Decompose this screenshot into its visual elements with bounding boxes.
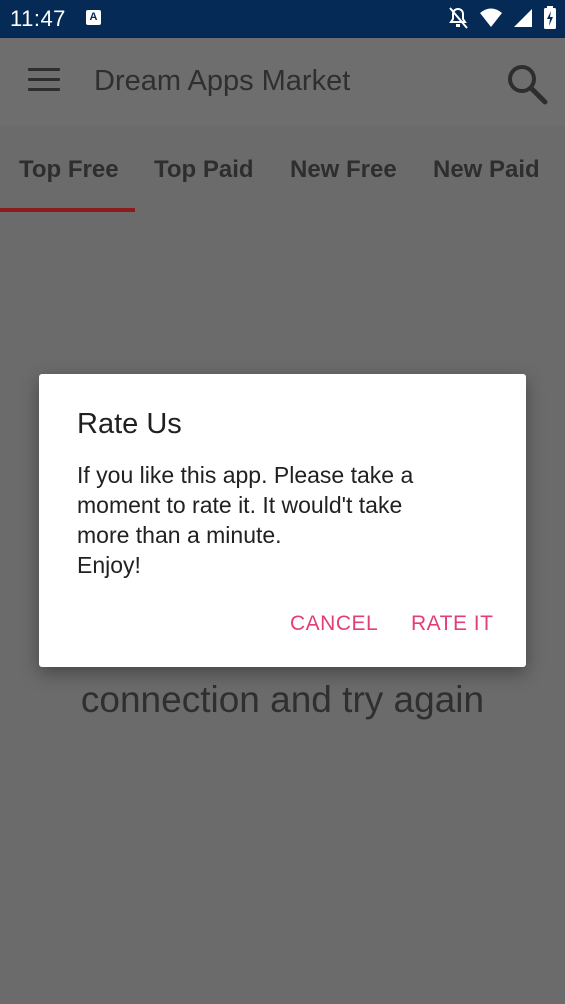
- tab-new-free[interactable]: New Free: [290, 156, 397, 184]
- signal-icon: [514, 9, 532, 27]
- tab-top-paid[interactable]: Top Paid: [154, 156, 254, 184]
- wifi-icon: [480, 8, 502, 27]
- tab-top-free[interactable]: Top Free: [19, 156, 119, 184]
- tab-indicator: [0, 208, 135, 212]
- status-icons: [447, 6, 557, 30]
- notifications-off-icon: [449, 7, 468, 29]
- search-icon[interactable]: [505, 62, 549, 106]
- dialog-title: Rate Us: [77, 408, 182, 440]
- battery-icon: [544, 6, 556, 29]
- status-time: 11:47: [10, 6, 66, 31]
- status-bar: 11:47 A: [0, 0, 565, 38]
- rate-it-button[interactable]: RATE IT: [411, 612, 493, 636]
- rate-us-dialog: Rate Us If you like this app. Please tak…: [39, 374, 526, 667]
- tab-bar: Top Free Top Paid New Free New Paid: [0, 126, 565, 214]
- app-bar: Dream Apps Market: [0, 38, 565, 126]
- dialog-message: If you like this app. Please take a mome…: [77, 462, 414, 578]
- app-notification-icon: A: [86, 10, 101, 25]
- connection-error-message: connection and try again: [80, 679, 485, 720]
- cancel-button[interactable]: CANCEL: [290, 612, 378, 636]
- app-title: Dream Apps Market: [94, 65, 351, 97]
- tab-new-paid[interactable]: New Paid: [433, 156, 540, 184]
- menu-icon[interactable]: [28, 68, 60, 94]
